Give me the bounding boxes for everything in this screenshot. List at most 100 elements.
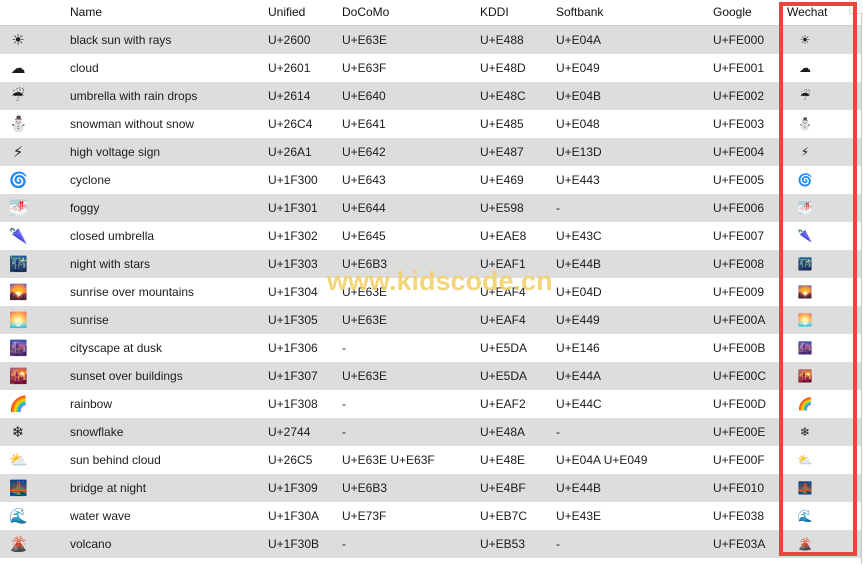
wechat-sun-behind-cloud-icon: ⛅ [797,452,813,467]
google-code-cell: U+FE000 [713,25,787,54]
emoji-icon-cell: 🌂 [0,221,70,250]
docomo-code-cell: U+E6B3 [342,249,480,278]
unified-code-cell: U+1F308 [268,389,342,418]
wechat-cloud-icon: ☁ [799,60,811,75]
wechat-emoji-cell: ⛅ [787,445,862,474]
unified-code-cell: U+26C5 [268,445,342,474]
kddi-code-cell: U+E469 [480,165,556,194]
wechat-snowman-without-snow-icon: ⛄ [797,116,813,131]
emoji-icon-cell: ❄ [0,417,70,446]
softbank-code-cell: U+E44B [556,249,713,278]
sunrise-over-mountains-icon: 🌄 [9,282,28,301]
table-row[interactable]: 🌊 water wave U+1F30A U+E73F U+EB7C U+E43E U+FE… [0,501,862,530]
column-header-google[interactable]: Google [713,0,787,26]
emoji-name-cell: sunset over buildings [70,361,268,390]
google-code-cell: U+FE006 [713,193,787,222]
table-row[interactable]: 🌇 sunset over buildings U+1F307 U+E63E U+E5D… [0,361,862,390]
table-row[interactable]: 🌂 closed umbrella U+1F302 U+E645 U+EAE8 U+E43… [0,221,862,250]
google-code-cell: U+FE009 [713,277,787,306]
emoji-reference-table-page: Name Unified DoCoMo KDDI Softbank Google… [0,0,863,565]
wechat-sunset-over-buildings-icon: 🌇 [797,368,813,383]
emoji-name-cell: rainbow [70,389,268,418]
table-row[interactable]: 🌈 rainbow U+1F308- U+EAF2 U+E44C U+FE00D 🌈 [0,389,862,418]
google-code-cell: U+FE00A [713,305,787,334]
wechat-emoji-cell: 🌉 [787,473,862,502]
emoji-icon-cell: 🌊 [0,501,70,530]
sun-behind-cloud-icon: ⛅ [9,450,28,469]
docomo-code-cell: - [342,389,480,418]
table-row[interactable]: ☔ umbrella with rain drops U+2614 U+E640 U+E… [0,81,862,110]
emoji-icon-cell: 🌃 [0,249,70,278]
table-row[interactable]: ⛄ snowman without snow U+26C4 U+E641 U+E485 U… [0,109,862,138]
wechat-volcano-icon: 🌋 [797,536,813,551]
unified-code-cell: U+1F300 [268,165,342,194]
emoji-icon-cell: 🌇 [0,361,70,390]
google-code-cell: U+FE00F [713,445,787,474]
table-row[interactable]: 🌉 bridge at night U+1F309 U+E6B3 U+E4BF U+E44… [0,473,862,502]
softbank-code-cell: - [556,193,713,222]
docomo-code-cell: U+E63E [342,277,480,306]
google-code-cell: U+FE004 [713,137,787,166]
emoji-icon-cell: 🌉 [0,473,70,502]
emoji-name-cell: sunrise [70,305,268,334]
wechat-rainbow-icon: 🌈 [797,396,813,411]
kddi-code-cell: U+E598 [480,193,556,222]
softbank-code-cell: U+E443 [556,165,713,194]
wechat-emoji-cell: ☀ [787,25,862,54]
wechat-emoji-cell: ⚡ [787,137,862,166]
bridge-at-night-icon: 🌉 [9,478,28,497]
foggy-icon: 🌁 [9,198,28,217]
column-header-name[interactable]: Name [70,0,268,26]
wechat-snowflake-icon: ❄ [799,424,811,439]
table-row[interactable]: 🌄 sunrise over mountains U+1F304 U+E63E U+EA… [0,277,862,306]
table-row[interactable]: 🌀 cyclone U+1F300 U+E643 U+E469 U+E443 U+FE005… [0,165,862,194]
table-row[interactable]: ⚡ high voltage sign U+26A1 U+E642 U+E487 U+E1… [0,137,862,166]
wechat-sunrise-icon: 🌅 [797,312,813,327]
unified-code-cell: U+1F304 [268,277,342,306]
google-code-cell: U+FE03A [713,529,787,558]
kddi-code-cell: U+EAF1 [480,249,556,278]
column-header-kddi[interactable]: KDDI [480,0,556,26]
table-row[interactable]: ❄ snowflake U+2744- U+E48A - U+FE00E ❄ [0,417,862,446]
table-row[interactable]: 🌃 night with stars U+1F303 U+E6B3 U+EAF1 U+E4… [0,249,862,278]
table-row[interactable]: 🌁 foggy U+1F301 U+E644 U+E598- U+FE006 🌁 [0,193,862,222]
column-header-softbank[interactable]: Softbank [556,0,713,26]
high-voltage-sign-icon: ⚡ [12,142,24,161]
table-header-row: Name Unified DoCoMo KDDI Softbank Google… [0,0,862,26]
kddi-code-cell: U+E487 [480,137,556,166]
table-row[interactable]: ☀ black sun with rays U+2600 U+E63E U+E488 U+… [0,25,862,54]
closed-umbrella-icon: 🌂 [9,226,28,245]
water-wave-icon: 🌊 [9,506,28,525]
emoji-name-cell: sunrise over mountains [70,277,268,306]
google-code-cell: U+FE038 [713,501,787,530]
table-row[interactable]: 🌅 sunrise U+1F305 U+E63E U+EAF4 U+E449 U+FE00A… [0,305,862,334]
column-header-docomo[interactable]: DoCoMo [342,0,480,26]
unified-code-cell: U+1F302 [268,221,342,250]
softbank-code-cell: U+E04D [556,277,713,306]
table-row[interactable]: 🌋 volcano U+1F30B - U+EB53- U+FE03A 🌋 [0,529,862,558]
emoji-icon-cell: 🌋 [0,529,70,558]
unified-code-cell: U+1F301 [268,193,342,222]
docomo-code-cell: U+E63F [342,53,480,82]
emoji-icon-cell: 🌆 [0,333,70,362]
emoji-name-cell: foggy [70,193,268,222]
column-header-unified[interactable]: Unified [268,0,342,26]
unified-code-cell: U+2600 [268,25,342,54]
table-row[interactable]: 🌆 cityscape at dusk U+1F306- U+E5DA U+E146 U+… [0,333,862,362]
wechat-water-wave-icon: 🌊 [797,508,813,523]
kddi-code-cell: U+E488 [480,25,556,54]
column-header-icon[interactable] [0,0,70,26]
emoji-icon-cell: ⛄ [0,109,70,138]
docomo-code-cell: U+E643 [342,165,480,194]
volcano-icon: 🌋 [9,534,28,553]
night-with-stars-icon: 🌃 [9,254,28,273]
emoji-table: Name Unified DoCoMo KDDI Softbank Google… [0,0,862,558]
emoji-icon-cell: ☁ [0,53,70,82]
kddi-code-cell: U+E4BF [480,473,556,502]
emoji-icon-cell: ⛅ [0,445,70,474]
table-row[interactable]: ⛅ sun behind cloud U+26C5 U+E63E U+E63F U+E4… [0,445,862,474]
wechat-cyclone-icon: 🌀 [797,172,813,187]
emoji-name-cell: water wave [70,501,268,530]
kddi-code-cell: U+EB7C [480,501,556,530]
table-row[interactable]: ☁ cloud U+2601 U+E63F U+E48D U+E049 U+FE001 ☁ [0,53,862,82]
